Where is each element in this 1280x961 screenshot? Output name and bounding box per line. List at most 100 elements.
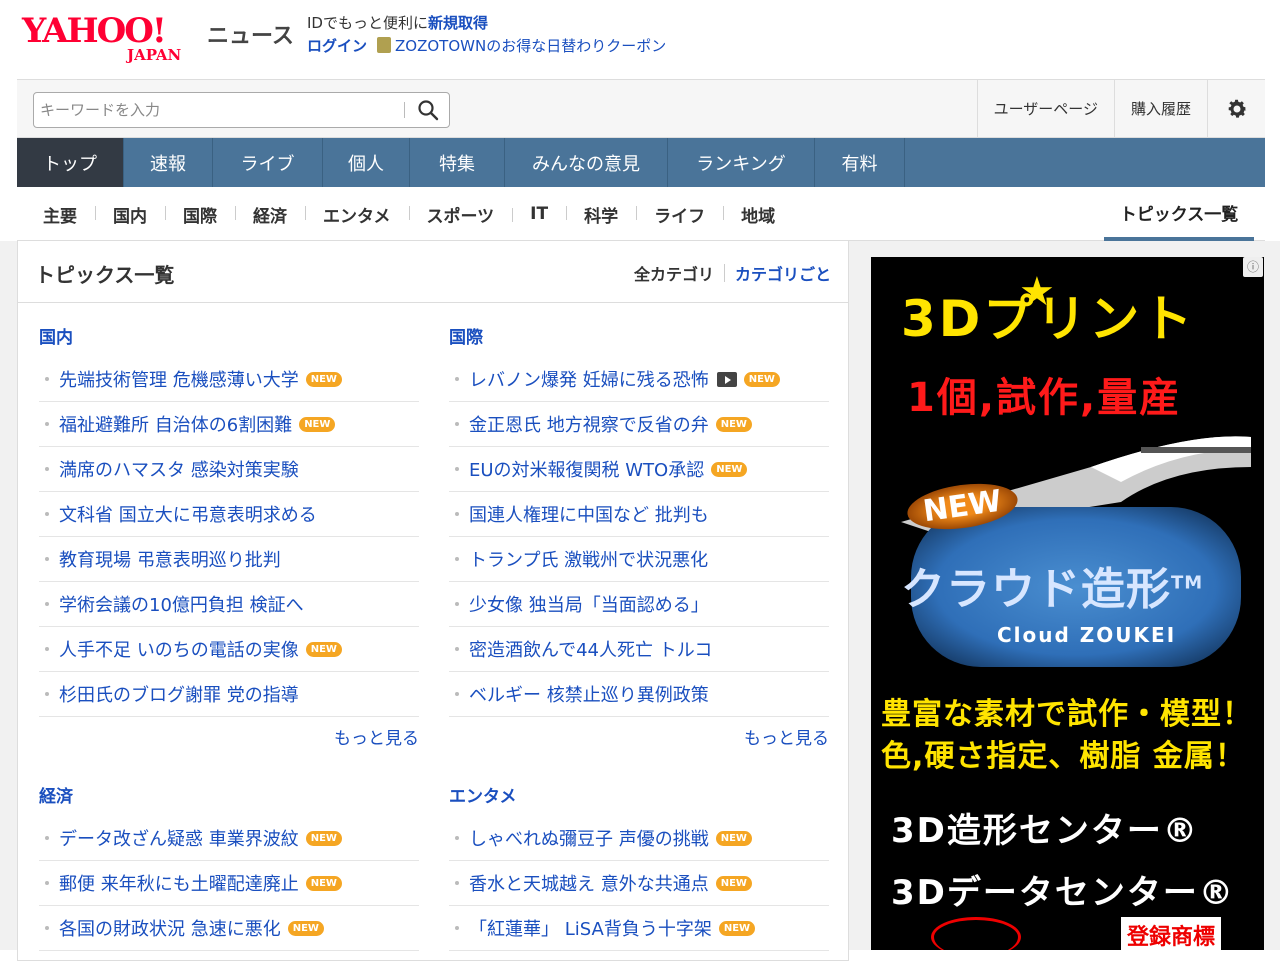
topic-item[interactable]: レバノン爆発 妊婦に残る恐怖 NEW — [449, 357, 829, 402]
header-actions: ユーザーページ 購入履歴 — [976, 80, 1265, 137]
topic-item[interactable]: しゃべれぬ彌豆子 声優の挑戦 NEW — [449, 816, 829, 861]
topic-item[interactable]: 福祉避難所 自治体の6割困難 NEW — [39, 402, 419, 447]
section-category-link[interactable]: 経済 — [39, 782, 419, 807]
sub-nav-item[interactable]: 国際 — [165, 202, 235, 227]
purchase-history-link[interactable]: 購入履歴 — [1113, 80, 1207, 137]
search-input[interactable] — [40, 99, 400, 121]
ad-registered-label: 登録商標 — [1121, 917, 1222, 950]
video-icon — [716, 371, 737, 387]
topic-item[interactable]: 各国の財政状況 急速に悪化 NEW — [39, 906, 419, 951]
topic-headline: 香水と天城越え 意外な共通点 — [469, 874, 709, 895]
coupon-link[interactable]: ZOZOTOWNのお得な日替わりクーポン — [377, 35, 666, 58]
section-category-link[interactable]: 国際 — [449, 323, 829, 348]
by-category-link[interactable]: カテゴリごと — [735, 261, 831, 285]
topic-item[interactable]: 人手不足 いのちの電話の実像 NEW — [39, 627, 419, 672]
sub-nav-item[interactable]: スポーツ — [408, 202, 513, 227]
topic-headline: 福祉避難所 自治体の6割困難 — [59, 415, 293, 436]
sub-nav-item[interactable]: 地域 — [723, 202, 793, 227]
main-nav-tab[interactable]: トップ — [17, 138, 124, 187]
main-nav-tab[interactable]: ライブ — [213, 138, 323, 187]
ad-tm: TM — [1171, 572, 1204, 594]
signup-link[interactable]: 新規取得 — [428, 14, 488, 32]
more-link[interactable]: もっと見る — [39, 717, 419, 761]
topic-item[interactable]: 密造酒飲んで44人死亡 トルコ — [449, 627, 829, 672]
all-categories-link[interactable]: 全カテゴリ — [634, 261, 714, 285]
topic-item[interactable]: 少女像 独当局「当面認める」 — [449, 582, 829, 627]
sub-nav-item[interactable]: ライフ — [636, 202, 723, 227]
bullet-icon — [455, 602, 459, 606]
topic-item[interactable]: トランプ氏 激戦州で状況悪化 — [449, 537, 829, 582]
login-link[interactable]: ログイン — [307, 35, 367, 58]
main-nav-tab[interactable]: 有料 — [815, 138, 905, 187]
more-link[interactable]: もっと見る — [449, 717, 829, 761]
topic-headline: 学術会議の10億円負担 検証へ — [59, 595, 304, 616]
settings-button[interactable] — [1207, 80, 1265, 137]
topic-item[interactable]: 国連人権理に中国など 批判も — [449, 492, 829, 537]
topic-item[interactable]: データ改ざん疑惑 車業界波紋 NEW — [39, 816, 419, 861]
section-category-link[interactable]: 国内 — [39, 323, 419, 348]
bullet-icon — [455, 557, 459, 561]
topic-item[interactable]: 「紅蓮華」 LiSA背負う十字架 NEW — [449, 906, 829, 951]
topic-headline: 文科省 国立大に弔意表明求める — [59, 505, 317, 526]
bullet-icon — [455, 512, 459, 516]
ad-copy-line1: 豊富な素材で試作・模型！ — [881, 697, 1253, 732]
topic-section: 経済データ改ざん疑惑 車業界波紋 NEW 郵便 来年秋にも土曜配達廃止 NEW 各国の財… — [39, 782, 419, 951]
main-nav-tab[interactable]: 特集 — [410, 138, 505, 187]
header-links: IDでもっと便利に新規取得 ログイン ZOZOTOWNのお得な日替わりクーポン — [307, 12, 666, 58]
advertisement[interactable]: 3Dプリント ★ 1個,試作,量産 NEW クラウド造形TM Cloud ZOU… — [871, 257, 1264, 950]
topic-item[interactable]: 教育現場 弔意表明巡り批判 — [39, 537, 419, 582]
topic-item[interactable]: ベルギー 核禁止巡り異例政策 — [449, 672, 829, 717]
section-category-link[interactable]: エンタメ — [449, 782, 829, 807]
new-badge: NEW — [305, 875, 342, 891]
sub-nav-item[interactable]: IT — [512, 204, 566, 224]
topic-item[interactable]: 香水と天城越え 意外な共通点 NEW — [449, 861, 829, 906]
ad-cloud-title: クラウド造形TM — [901, 553, 1203, 617]
info-icon[interactable]: ⓘ — [1243, 257, 1263, 277]
topic-item[interactable]: 文科省 国立大に弔意表明求める — [39, 492, 419, 537]
ad-copy-line3: 3D造形センター® — [891, 811, 1199, 851]
topic-item[interactable]: 杉田氏のブログ謝罪 党の指導 — [39, 672, 419, 717]
topic-item[interactable]: 郵便 来年秋にも土曜配達廃止 NEW — [39, 861, 419, 906]
topic-item[interactable]: EUの対米報復関税 WTO承認 NEW — [449, 447, 829, 492]
switch-divider — [723, 264, 725, 282]
promo-text: IDでもっと便利に — [307, 14, 428, 32]
topic-list: しゃべれぬ彌豆子 声優の挑戦 NEW 香水と天城越え 意外な共通点 NEW 「紅蓮華」 … — [449, 816, 829, 951]
bullet-icon — [45, 377, 49, 381]
user-page-link[interactable]: ユーザーページ — [976, 80, 1114, 137]
main-nav-tab[interactable]: みんなの意見 — [505, 138, 668, 187]
sub-nav-item[interactable]: 主要 — [25, 202, 95, 227]
sub-nav-item[interactable]: エンタメ — [305, 202, 409, 227]
topic-headline: トランプ氏 激戦州で状況悪化 — [469, 550, 709, 571]
bullet-icon — [455, 422, 459, 426]
bullet-icon — [45, 467, 49, 471]
topic-headline: レバノン爆発 妊婦に残る恐怖 — [469, 370, 709, 391]
new-badge: NEW — [743, 371, 780, 387]
topic-item[interactable]: 先端技術管理 危機感薄い大学 NEW — [39, 357, 419, 402]
topic-item[interactable]: 学術会議の10億円負担 検証へ — [39, 582, 419, 627]
main-nav-tab[interactable]: 速報 — [124, 138, 213, 187]
yahoo-japan-logo[interactable]: YAHOO! JAPAN — [22, 12, 207, 64]
topic-section: 国際レバノン爆発 妊婦に残る恐怖 NEW 金正恩氏 地方視察で反省の弁 NEW EUの対… — [449, 323, 829, 761]
sub-nav-item[interactable]: 経済 — [235, 202, 305, 227]
main-nav-tab[interactable]: 個人 — [323, 138, 410, 187]
ad-copy-line2: 色,硬さ指定、樹脂 金属！ — [881, 739, 1246, 774]
gear-icon — [1228, 99, 1246, 118]
topic-item[interactable]: 満席のハマスタ 感染対策実験 — [39, 447, 419, 492]
topic-item[interactable]: 金正恩氏 地方視察で反省の弁 NEW — [449, 402, 829, 447]
sub-nav-item[interactable]: 国内 — [95, 202, 165, 227]
sub-nav-item[interactable]: 科学 — [566, 202, 636, 227]
topics-panel: トピックス一覧 全カテゴリ カテゴリごと 国内先端技術管理 危機感薄い大学 NEW… — [17, 241, 849, 961]
topic-headline: 少女像 独当局「当面認める」 — [469, 595, 709, 616]
topic-list: データ改ざん疑惑 車業界波紋 NEW 郵便 来年秋にも土曜配達廃止 NEW 各国の財政状… — [39, 816, 419, 951]
bullet-icon — [45, 647, 49, 651]
sub-nav-topics-active[interactable]: トピックス一覧 — [1104, 187, 1254, 241]
bullet-icon — [455, 836, 459, 840]
service-name[interactable]: ニュース — [207, 18, 294, 50]
topic-headline: しゃべれぬ彌豆子 声優の挑戦 — [469, 829, 709, 850]
topic-headline: 教育現場 弔意表明巡り批判 — [59, 550, 281, 571]
topic-list: 先端技術管理 危機感薄い大学 NEW 福祉避難所 自治体の6割困難 NEW 満席のハマス… — [39, 357, 419, 717]
main-nav-tab[interactable]: ランキング — [668, 138, 815, 187]
page-title: トピックス一覧 — [35, 263, 175, 287]
search-icon[interactable] — [417, 99, 439, 121]
bullet-icon — [455, 377, 459, 381]
